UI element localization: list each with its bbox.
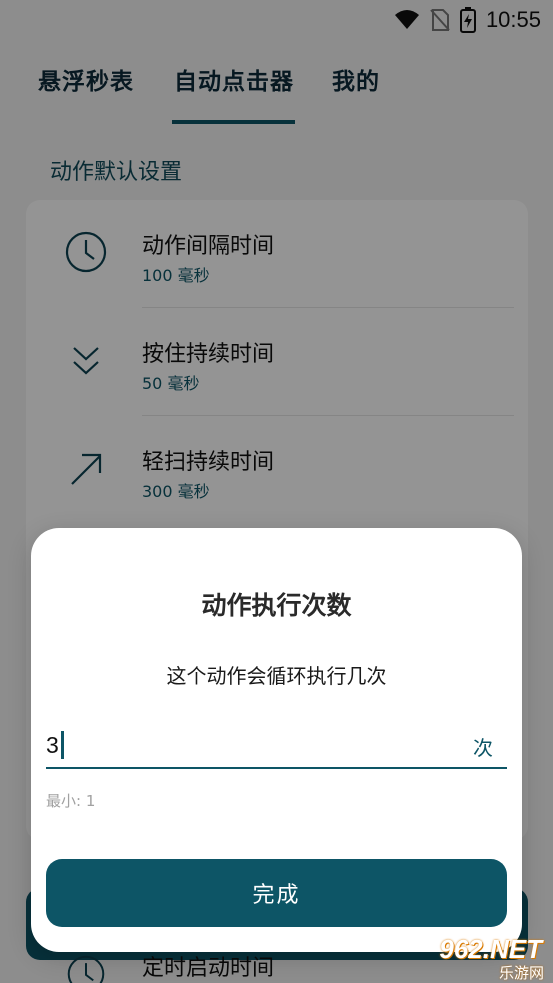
text-caret (60, 731, 64, 759)
watermark-top: 962.NET (439, 934, 542, 964)
input-underline (46, 767, 507, 769)
done-button[interactable]: 完成 (46, 859, 507, 927)
input-suffix: 次 (473, 736, 493, 760)
repeat-count-input[interactable]: 3 次 (46, 723, 507, 769)
watermark-logo: 962.NET 乐游网 (414, 934, 550, 982)
input-value[interactable]: 3 (46, 731, 64, 759)
min-hint: 最小: 1 (46, 792, 96, 810)
repeat-count-dialog: 动作执行次数 这个动作会循环执行几次 3 次 最小: 1 完成 (31, 528, 522, 952)
watermark-bottom: 乐游网 (498, 964, 544, 982)
input-text: 3 (46, 731, 59, 758)
dialog-description: 这个动作会循环执行几次 (166, 664, 387, 688)
dialog-title: 动作执行次数 (201, 591, 352, 620)
